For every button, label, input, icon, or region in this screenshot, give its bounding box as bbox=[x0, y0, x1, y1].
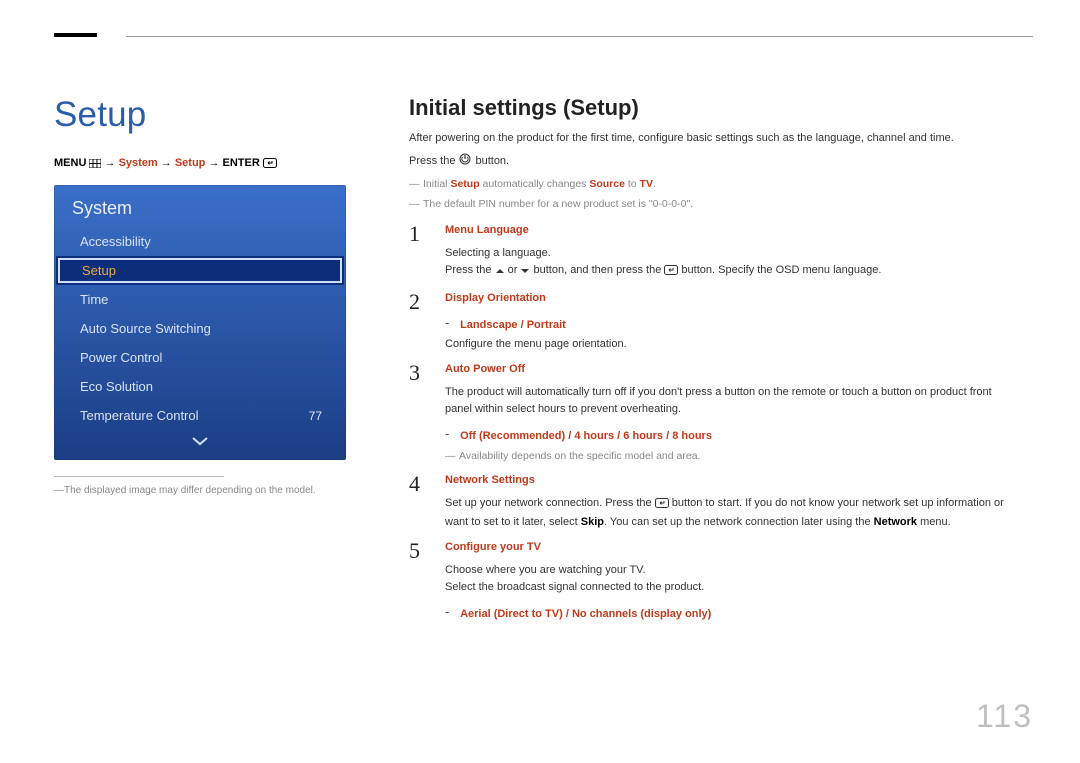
step-title: Auto Power Off bbox=[445, 361, 1012, 378]
step-number: 5 bbox=[409, 539, 427, 625]
step-options: - Aerial (Direct to TV) / No channels (d… bbox=[445, 602, 1012, 623]
menu-scroll-down[interactable] bbox=[54, 430, 346, 454]
content-title: Initial settings (Setup) bbox=[409, 95, 1012, 121]
crumb-menu: MENU bbox=[54, 157, 86, 169]
menu-item-label: Accessibility bbox=[80, 234, 151, 249]
chevron-down-icon bbox=[191, 434, 209, 451]
step-line: Select the broadcast signal connected to… bbox=[445, 579, 1012, 596]
step-4: 4 Network Settings Set up your network con… bbox=[409, 472, 1012, 531]
step-body: Network Settings Set up your network conn… bbox=[445, 472, 1012, 531]
step-options: - Off (Recommended) / 4 hours / 6 hours … bbox=[445, 424, 1012, 445]
corner-mark bbox=[54, 33, 97, 37]
note-initial-setup: ―Initial Setup automatically changes Sou… bbox=[409, 177, 1012, 193]
press-prefix: Press the bbox=[409, 154, 455, 170]
arrow-up-icon bbox=[495, 264, 505, 281]
step-line: The product will automatically turn off … bbox=[445, 384, 1012, 418]
step-line: Configure the menu page orientation. bbox=[445, 336, 1012, 353]
step-number: 1 bbox=[409, 222, 427, 281]
note-pin-text: The default PIN number for a new product… bbox=[423, 198, 693, 210]
step-number: 2 bbox=[409, 290, 427, 353]
step-title: Configure your TV bbox=[445, 539, 1012, 556]
right-column: Initial settings (Setup) After powering … bbox=[409, 95, 1020, 633]
arrow-down-icon bbox=[520, 264, 530, 281]
breadcrumb: MENU → System → Setup → ENTER bbox=[54, 157, 354, 171]
section-title: Setup bbox=[54, 95, 354, 135]
step-number: 3 bbox=[409, 361, 427, 464]
menu-item-setup[interactable]: Setup bbox=[56, 256, 344, 285]
step-options: - Landscape / Portrait bbox=[445, 313, 1012, 334]
left-divider bbox=[54, 476, 224, 477]
step-5: 5 Configure your TV Choose where you are w… bbox=[409, 539, 1012, 625]
step-press-line: Press the or button, and then press the … bbox=[445, 262, 1012, 281]
menu-item-power-control[interactable]: Power Control bbox=[54, 343, 346, 372]
menu-item-accessibility[interactable]: Accessibility bbox=[54, 227, 346, 256]
crumb-enter: ENTER bbox=[223, 157, 260, 169]
step-body: Display Orientation - Landscape / Portrai… bbox=[445, 290, 1012, 353]
press-power-line: Press the button. bbox=[409, 153, 1012, 171]
press-suffix: button. bbox=[475, 154, 509, 170]
menu-item-label: Eco Solution bbox=[80, 379, 153, 394]
menu-item-label: Temperature Control bbox=[80, 408, 199, 423]
note-default-pin: ―The default PIN number for a new produc… bbox=[409, 197, 1012, 213]
step-title: Display Orientation bbox=[445, 290, 1012, 307]
intro-text: After powering on the product for the fi… bbox=[409, 131, 1012, 147]
manual-page: Setup MENU → System → Setup → ENTER Syst… bbox=[0, 0, 1080, 763]
step-body: Auto Power Off The product will automatic… bbox=[445, 361, 1012, 464]
step-1: 1 Menu Language Selecting a language.Press… bbox=[409, 222, 1012, 281]
disclaimer-text: The displayed image may differ depending… bbox=[64, 485, 316, 496]
step-2: 2 Display Orientation - Landscape / Portra… bbox=[409, 290, 1012, 353]
crumb-arrow-1: → bbox=[105, 157, 116, 169]
step-body: Menu Language Selecting a language.Press … bbox=[445, 222, 1012, 281]
step-line: Choose where you are watching your TV. bbox=[445, 562, 1012, 579]
menu-item-label: Power Control bbox=[80, 350, 162, 365]
top-rule bbox=[126, 36, 1033, 37]
crumb-arrow-2: → bbox=[161, 157, 172, 169]
step-body: Configure your TV Choose where you are wa… bbox=[445, 539, 1012, 625]
step-title: Network Settings bbox=[445, 472, 1012, 489]
menu-item-eco-solution[interactable]: Eco Solution bbox=[54, 372, 346, 401]
menu-item-label: Auto Source Switching bbox=[80, 321, 211, 336]
model-disclaimer: ―The displayed image may differ dependin… bbox=[54, 485, 354, 496]
crumb-setup: Setup bbox=[175, 157, 206, 169]
step-list: 1 Menu Language Selecting a language.Press… bbox=[409, 222, 1012, 625]
step-title: Menu Language bbox=[445, 222, 1012, 239]
step-afternote: ―Availability depends on the specific mo… bbox=[445, 448, 1012, 464]
system-menu-panel: System Accessibility Setup Time Auto Source… bbox=[54, 185, 346, 460]
enter-icon bbox=[664, 264, 678, 281]
menu-item-time[interactable]: Time bbox=[54, 285, 346, 314]
step-3: 3 Auto Power Off The product will automati… bbox=[409, 361, 1012, 464]
crumb-system: System bbox=[119, 157, 158, 169]
menu-list: Accessibility Setup Time Auto Source Switch… bbox=[54, 227, 346, 430]
enter-icon bbox=[263, 158, 277, 171]
enter-icon bbox=[655, 497, 669, 514]
menu-panel-header: System bbox=[54, 195, 346, 227]
left-column: Setup MENU → System → Setup → ENTER Syst… bbox=[54, 95, 354, 633]
power-icon bbox=[459, 153, 471, 171]
menu-grid-icon bbox=[89, 159, 101, 171]
menu-item-temperature-control[interactable]: Temperature Control 77 bbox=[54, 401, 346, 430]
step-line: Set up your network connection. Press th… bbox=[445, 495, 1012, 531]
menu-item-value: 77 bbox=[309, 409, 328, 423]
menu-item-label: Setup bbox=[82, 263, 116, 278]
page-number: 113 bbox=[976, 698, 1033, 735]
menu-item-auto-source-switching[interactable]: Auto Source Switching bbox=[54, 314, 346, 343]
step-line: Selecting a language. bbox=[445, 245, 1012, 262]
crumb-arrow-3: → bbox=[208, 157, 219, 169]
menu-item-label: Time bbox=[80, 292, 108, 307]
step-number: 4 bbox=[409, 472, 427, 531]
